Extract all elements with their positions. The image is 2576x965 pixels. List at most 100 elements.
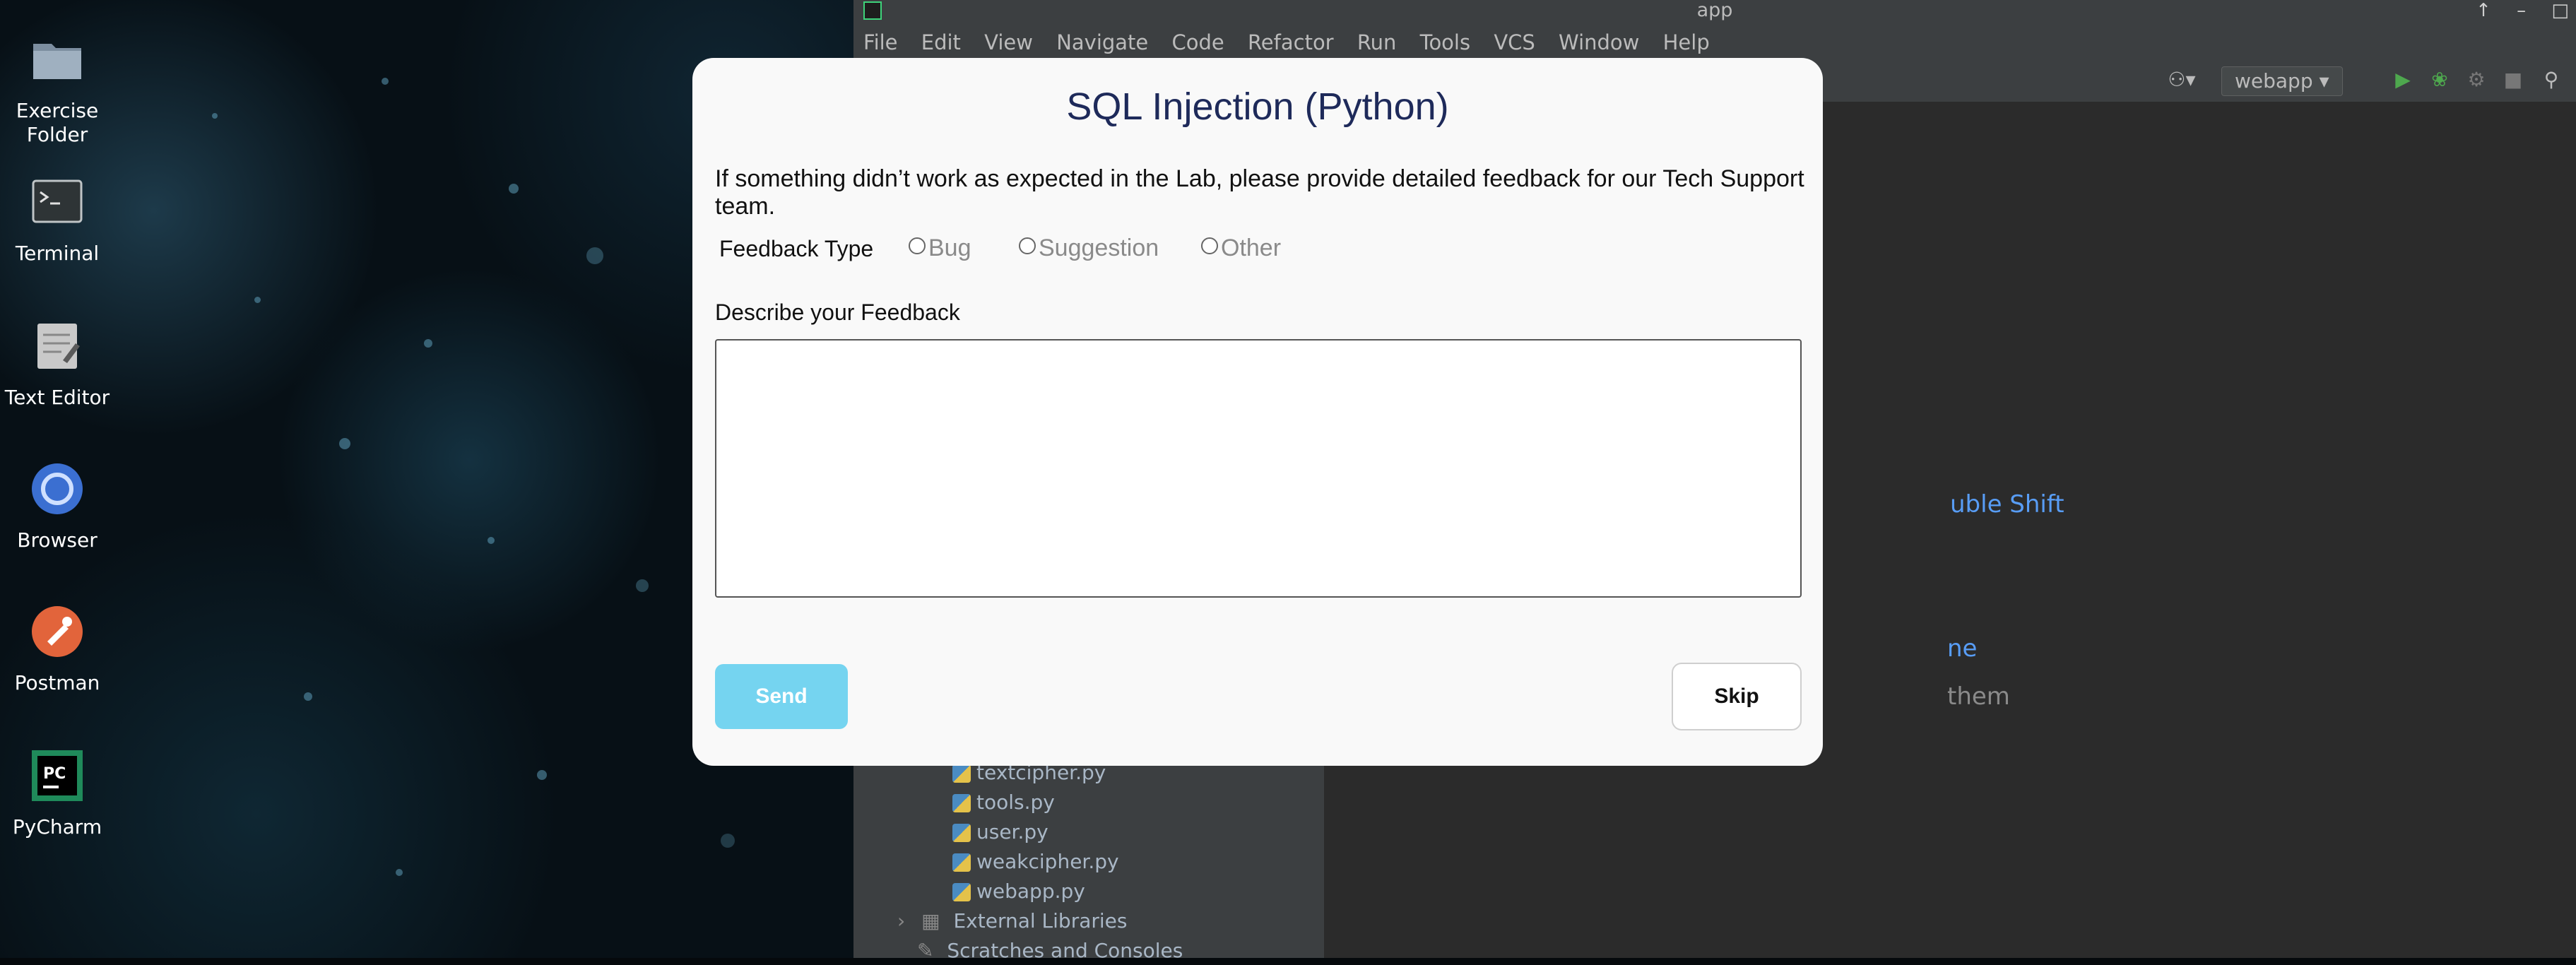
radio-circle-icon[interactable]	[1201, 237, 1218, 254]
radio-circle-icon[interactable]	[909, 237, 926, 254]
menu-file[interactable]: File	[863, 30, 898, 54]
editor-hint-search[interactable]: uble Shift	[1950, 490, 2064, 519]
file-label: weakcipher.py	[976, 850, 1119, 873]
python-file-icon	[952, 883, 971, 901]
tree-external-libraries[interactable]: › ▦ External Libraries	[897, 907, 1127, 935]
search-icon[interactable]: ⚲	[2541, 69, 2562, 90]
feedback-type-label: Feedback Type	[719, 236, 874, 261]
tree-label: External Libraries	[953, 909, 1128, 933]
library-icon: ▦	[921, 909, 940, 933]
editor-hint-link[interactable]: ne	[1947, 634, 1977, 663]
bg-dot	[509, 184, 519, 194]
radio-label: Other	[1221, 235, 1282, 261]
desktop-icon-label: PyCharm	[12, 815, 102, 839]
coverage-icon[interactable]: ⚙	[2466, 69, 2487, 90]
feedback-dialog: SQL Injection (Python) If something didn…	[692, 58, 1823, 766]
describe-feedback-label: Describe your Feedback	[715, 300, 960, 325]
desktop-icon-label: Terminal	[15, 242, 100, 265]
menu-bar: File Edit View Navigate Code Refactor Ru…	[853, 24, 2576, 61]
window-title: app	[1696, 0, 1733, 21]
skip-button[interactable]: Skip	[1672, 663, 1802, 730]
terminal-icon	[32, 179, 83, 223]
bg-dot	[339, 438, 350, 449]
file-user[interactable]: user.py	[952, 818, 1048, 846]
menu-vcs[interactable]: VCS	[1494, 30, 1535, 54]
radio-bug[interactable]: Bug	[909, 235, 971, 262]
file-label: webapp.py	[976, 880, 1085, 903]
python-file-icon	[952, 824, 971, 842]
desktop-icon-browser[interactable]: Browser	[0, 461, 114, 552]
bg-dot	[636, 579, 649, 592]
radio-circle-icon[interactable]	[1019, 237, 1036, 254]
menu-code[interactable]: Code	[1171, 30, 1224, 54]
radio-other[interactable]: Other	[1201, 235, 1281, 262]
radio-suggestion[interactable]: Suggestion	[1019, 235, 1159, 262]
maximize-up-icon[interactable]: ↑	[2476, 0, 2491, 21]
editor-hint-text: them	[1947, 682, 2010, 711]
svg-text:PC: PC	[43, 765, 66, 783]
restore-icon[interactable]: □	[2551, 0, 2569, 21]
menu-tools[interactable]: Tools	[1420, 30, 1470, 54]
pycharm-icon: PC	[32, 750, 83, 801]
python-file-icon	[952, 853, 971, 872]
bg-dot	[254, 297, 261, 303]
send-button[interactable]: Send	[715, 664, 848, 729]
desktop-icon-exercise-folder[interactable]: Exercise Folder	[0, 31, 114, 147]
window-controls: ↑ – □	[2456, 0, 2569, 21]
run-icon[interactable]: ▶	[2392, 69, 2413, 90]
desktop-icon-text-editor[interactable]: Text Editor	[0, 318, 114, 410]
window-titlebar[interactable]: app ↑ – □	[853, 0, 2576, 24]
menu-refactor[interactable]: Refactor	[1248, 30, 1334, 54]
file-weakcipher[interactable]: weakcipher.py	[952, 848, 1119, 876]
menu-window[interactable]: Window	[1559, 30, 1639, 54]
bg-dot	[586, 247, 603, 264]
dialog-intro-text: If something didn’t work as expected in …	[715, 165, 1804, 220]
folder-icon	[33, 44, 81, 79]
chevron-down-icon: ▾	[2319, 69, 2329, 93]
bg-dot	[382, 78, 389, 85]
bg-dot	[488, 537, 495, 544]
desktop-icon-label: Text Editor	[4, 386, 110, 409]
menu-help[interactable]: Help	[1663, 30, 1710, 54]
bg-dot	[396, 869, 403, 876]
dialog-title: SQL Injection (Python)	[1066, 85, 1449, 128]
tree-label: Scratches and Consoles	[947, 939, 1183, 962]
radio-label: Bug	[928, 235, 971, 261]
python-file-icon	[952, 794, 971, 812]
menu-view[interactable]: View	[984, 30, 1033, 54]
scratches-icon: ✎	[917, 939, 934, 962]
debug-icon[interactable]: ❀	[2429, 69, 2450, 90]
file-tools[interactable]: tools.py	[952, 788, 1055, 817]
bg-dot	[212, 113, 218, 119]
tree-scratches[interactable]: ✎ Scratches and Consoles	[917, 937, 1183, 965]
file-webapp[interactable]: webapp.py	[952, 877, 1085, 906]
user-icon[interactable]: ⚇▾	[2162, 69, 2202, 90]
app-icon	[863, 1, 882, 20]
stop-icon[interactable]: ■	[2503, 69, 2524, 90]
chevron-right-icon: ›	[897, 909, 906, 933]
bg-dot	[304, 692, 312, 701]
menu-navigate[interactable]: Navigate	[1056, 30, 1148, 54]
text-editor-icon	[37, 324, 80, 369]
bg-dot	[424, 339, 432, 348]
browser-icon	[32, 463, 83, 514]
feedback-textarea[interactable]	[715, 339, 1802, 598]
bg-dot	[721, 834, 735, 848]
file-label: user.py	[976, 820, 1048, 843]
menu-edit[interactable]: Edit	[921, 30, 961, 54]
menu-run[interactable]: Run	[1357, 30, 1397, 54]
desktop-icon-terminal[interactable]: Terminal	[0, 174, 114, 266]
postman-icon	[32, 606, 83, 657]
bg-dot	[537, 770, 547, 780]
desktop-icon-label: Browser	[17, 528, 98, 552]
desktop-icon-label: Exercise Folder	[16, 99, 99, 146]
radio-label: Suggestion	[1039, 235, 1159, 261]
desktop-icon-pycharm[interactable]: PC PyCharm	[0, 747, 114, 839]
minimize-icon[interactable]: –	[2517, 0, 2526, 21]
python-file-icon	[952, 764, 971, 783]
run-config-select[interactable]: webapp ▾	[2221, 66, 2343, 96]
run-config-label: webapp	[2235, 69, 2313, 93]
desktop-icon-label: Postman	[14, 671, 100, 694]
file-label: tools.py	[976, 791, 1055, 814]
desktop-icon-postman[interactable]: Postman	[0, 603, 114, 695]
